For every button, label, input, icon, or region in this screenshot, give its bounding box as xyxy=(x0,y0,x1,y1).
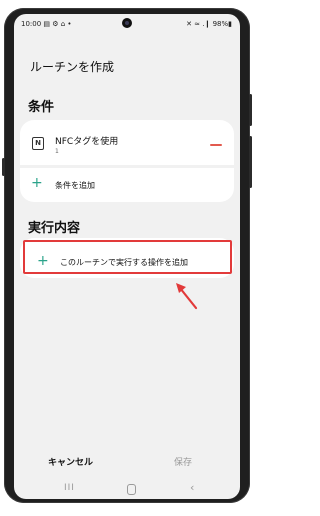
add-condition-label: 条件を追加 xyxy=(55,181,95,190)
cancel-button[interactable]: キャンセル xyxy=(48,455,93,468)
screen: 10:00 ▤ ⚙ ⌂ • ✕ ≈ .❙ 98%▮ ルーチンを作成 条件 N N… xyxy=(14,14,240,499)
divider xyxy=(20,165,234,168)
plus-icon: + xyxy=(31,175,43,191)
bottom-actions: キャンセル 保存 xyxy=(14,450,240,470)
conditions-section-title: 条件 xyxy=(28,100,55,115)
plus-icon: + xyxy=(37,253,49,269)
status-left-icons: ▤ ⚙ ⌂ • xyxy=(43,20,72,28)
side-key xyxy=(2,158,5,176)
phone-frame: 10:00 ▤ ⚙ ⌂ • ✕ ≈ .❙ 98%▮ ルーチンを作成 条件 N N… xyxy=(2,8,252,503)
front-camera-icon xyxy=(122,18,132,28)
status-right-icons: ✕ ≈ .❙ 98%▮ xyxy=(186,20,232,28)
status-time-text: 10:00 xyxy=(21,20,42,28)
recents-icon[interactable]: III xyxy=(64,483,75,493)
home-icon[interactable] xyxy=(127,484,136,495)
annotation-arrow-icon xyxy=(176,283,198,310)
save-button[interactable]: 保存 xyxy=(174,455,192,468)
nfc-icon: N xyxy=(32,137,44,150)
volume-up-button xyxy=(249,94,252,126)
remove-condition-button[interactable] xyxy=(210,144,222,146)
page-title: ルーチンを作成 xyxy=(30,60,115,74)
conditions-card: N NFCタグを使用 1 + 条件を追加 xyxy=(20,120,234,202)
stage: 10:00 ▤ ⚙ ⌂ • ✕ ≈ .❙ 98%▮ ルーチンを作成 条件 N N… xyxy=(0,0,253,516)
back-icon[interactable]: ‹ xyxy=(190,481,194,494)
condition-label: NFCタグを使用 xyxy=(55,137,119,147)
navigation-bar: III ‹ xyxy=(14,480,240,499)
actions-section-title: 実行内容 xyxy=(28,221,81,236)
volume-down-button xyxy=(249,136,252,188)
add-action-label: このルーチンで実行する操作を追加 xyxy=(60,258,188,267)
condition-sub: 1 xyxy=(55,148,59,155)
status-time: 10:00 ▤ ⚙ ⌂ • xyxy=(21,20,72,28)
add-action-button[interactable]: + このルーチンで実行する操作を追加 xyxy=(23,240,232,274)
status-bar: 10:00 ▤ ⚙ ⌂ • ✕ ≈ .❙ 98%▮ xyxy=(14,14,240,34)
